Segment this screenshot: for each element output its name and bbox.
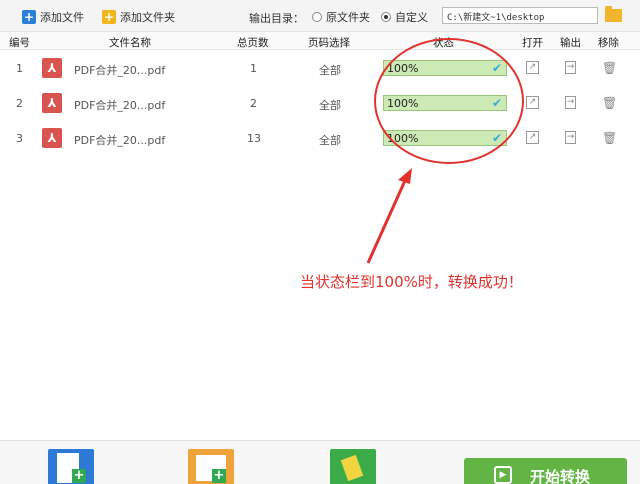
- table-row[interactable]: 3 ⅄ PDF合并_20...pdf 13 全部 100% ✔ ↗ → 🗑: [0, 122, 640, 157]
- row-index: 3: [16, 132, 23, 145]
- col-open: 打开: [522, 37, 543, 49]
- radio-original-label: 原文件夹: [326, 11, 370, 24]
- add-file-icon: +: [22, 10, 36, 24]
- bottom-bar: + + ▶ 开始转换: [0, 440, 640, 484]
- row-filename: PDF合并_20...pdf: [74, 134, 166, 147]
- add-file-label: 添加文件: [40, 11, 84, 24]
- output-dir-label: 输出目录：: [249, 12, 304, 25]
- trash-icon[interactable]: 🗑: [602, 96, 617, 110]
- radio-custom-folder[interactable]: 自定义: [381, 9, 428, 25]
- export-icon[interactable]: →: [565, 96, 576, 109]
- radio-custom-dot[interactable]: [381, 12, 391, 22]
- col-output: 输出: [560, 37, 581, 49]
- col-pages: 总页数: [237, 37, 269, 49]
- annotation-arrow-line: [366, 173, 410, 264]
- trash-icon[interactable]: 🗑: [602, 61, 617, 75]
- folder-icon[interactable]: [605, 6, 622, 22]
- row-index: 1: [16, 62, 23, 75]
- start-convert-button[interactable]: ▶ 开始转换: [464, 458, 627, 484]
- row-filename: PDF合并_20...pdf: [74, 99, 166, 112]
- row-pages: 2: [250, 97, 257, 110]
- row-page-select[interactable]: 全部: [319, 132, 341, 148]
- col-page-select: 页码选择: [308, 37, 350, 49]
- row-index: 2: [16, 97, 23, 110]
- open-icon[interactable]: ↗: [526, 96, 539, 109]
- add-folder-label: 添加文件夹: [120, 11, 175, 24]
- trash-icon[interactable]: 🗑: [602, 131, 617, 145]
- row-pages: 1: [250, 62, 257, 75]
- radio-custom-label: 自定义: [395, 11, 428, 24]
- table-row[interactable]: 1 ⅄ PDF合并_20...pdf 1 全部 100% ✔ ↗ → 🗑: [0, 52, 640, 87]
- radio-original-folder[interactable]: 原文件夹: [312, 9, 370, 25]
- radio-original-dot[interactable]: [312, 12, 322, 22]
- pdf-icon: ⅄: [42, 93, 62, 113]
- add-file-button[interactable]: + 添加文件: [22, 8, 84, 26]
- pdf-icon: ⅄: [42, 128, 62, 148]
- open-icon[interactable]: ↗: [526, 131, 539, 144]
- plus-icon: +: [72, 468, 86, 483]
- export-icon[interactable]: →: [565, 61, 576, 74]
- table-header: 编号 文件名称 总页数 页码选择 状态 打开 输出 移除: [0, 32, 640, 50]
- plus-icon: +: [212, 468, 226, 483]
- toolbar: + 添加文件 + 添加文件夹 输出目录： 原文件夹 自定义 C:\新建文~1\d…: [0, 0, 640, 32]
- col-index: 编号: [9, 37, 30, 49]
- add-folder-icon: +: [102, 10, 116, 24]
- annotation-ellipse: [374, 38, 524, 164]
- add-folder-button[interactable]: + 添加文件夹: [102, 8, 175, 26]
- add-document-icon[interactable]: [48, 449, 94, 484]
- annotation-arrow-head: [398, 168, 412, 184]
- play-icon: ▶: [494, 466, 512, 484]
- output-path-input[interactable]: C:\新建文~1\desktop: [442, 7, 598, 24]
- row-page-select[interactable]: 全部: [319, 62, 341, 78]
- annotation-text: 当状态栏到100%时，转换成功！: [300, 273, 523, 291]
- row-page-select[interactable]: 全部: [319, 97, 341, 113]
- pdf-icon: ⅄: [42, 58, 62, 78]
- clear-list-icon[interactable]: [330, 449, 376, 484]
- col-remove: 移除: [598, 37, 619, 49]
- open-icon[interactable]: ↗: [526, 61, 539, 74]
- row-pages: 13: [247, 132, 261, 145]
- col-filename: 文件名称: [109, 37, 151, 49]
- add-image-icon[interactable]: [188, 449, 234, 484]
- start-convert-label: 开始转换: [530, 468, 591, 484]
- annotation-arrow: [366, 168, 412, 264]
- row-filename: PDF合并_20...pdf: [74, 64, 166, 77]
- table-row[interactable]: 2 ⅄ PDF合并_20...pdf 2 全部 100% ✔ ↗ → 🗑: [0, 87, 640, 122]
- export-icon[interactable]: →: [565, 131, 576, 144]
